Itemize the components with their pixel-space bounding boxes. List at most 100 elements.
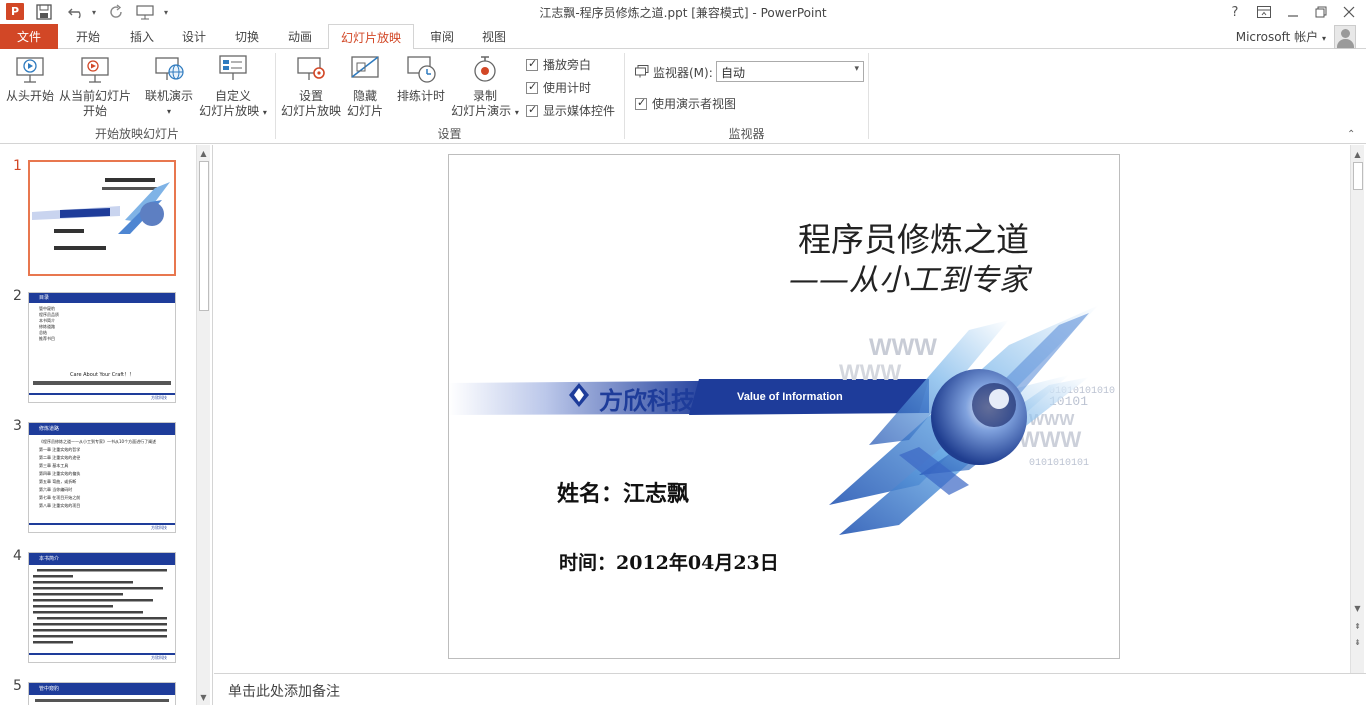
record-slideshow-button[interactable]: 录制 幻灯片演示 ▾ <box>448 53 522 120</box>
tab-design[interactable]: 设计 <box>168 24 220 49</box>
slide-subtitle[interactable]: ——从小工到专家 <box>749 255 1029 299</box>
slide-3-bullets: 《程序员修炼之道——从小工到专家》一书从10个方面进行了阐述 第一章 注重实效的… <box>29 435 175 515</box>
checkbox-checked-icon <box>635 96 647 110</box>
present-online-button[interactable]: 联机演示 ▾ <box>140 53 198 119</box>
scrollbar-thumb[interactable] <box>1353 162 1363 190</box>
slide-number: 5 <box>13 678 22 694</box>
previous-slide-icon[interactable]: ⇞ <box>1351 619 1364 633</box>
slide-3-title: 修炼道路 <box>29 423 175 435</box>
slide-number: 2 <box>13 288 22 304</box>
bullet: 第一章 注重实效的哲学 <box>39 447 81 452</box>
close-icon[interactable] <box>1336 2 1362 22</box>
monitor-icon <box>635 64 649 81</box>
avatar[interactable] <box>1334 25 1356 49</box>
use-timings-label: 使用计时 <box>543 81 592 95</box>
rehearse-timings-icon <box>405 53 437 85</box>
custom-slideshow-label-2-text: 幻灯片放映 <box>199 104 260 118</box>
hide-slide-icon <box>349 53 381 85</box>
slide-2-company: 方欣科技 <box>29 393 175 402</box>
account-menu[interactable]: Microsoft 帐户 ▾ <box>1236 28 1326 45</box>
scroll-down-icon[interactable]: ▼ <box>197 690 210 704</box>
tab-file[interactable]: 文件 <box>0 24 58 49</box>
slide-thumbnail-5[interactable]: 管中窥豹 <box>28 682 176 705</box>
monitor-label: 监视器(M): <box>635 64 713 81</box>
collapse-ribbon-icon[interactable]: ⌃ <box>1347 129 1355 140</box>
custom-slideshow-button[interactable]: 自定义 幻灯片放映 ▾ <box>196 53 270 120</box>
tab-slideshow[interactable]: 幻灯片放映 <box>328 24 414 50</box>
slide-number: 4 <box>13 548 22 564</box>
bullet: 《程序员修炼之道——从小工到专家》一书从10个方面进行了阐述 <box>39 439 157 444</box>
from-current-button[interactable]: 从当前幻灯片 开始 <box>56 53 134 119</box>
presenter-view-checkbox[interactable]: 使用演示者视图 <box>635 95 736 112</box>
slide-thumbnail-3[interactable]: 修炼道路 《程序员修炼之道——从小工到专家》一书从10个方面进行了阐述 第一章 … <box>28 422 176 533</box>
bullet: 第七章 在项目开始之前 <box>39 495 81 500</box>
slide-number: 1 <box>13 158 22 174</box>
time-line[interactable]: 时间：2012年04月23日 <box>559 548 779 575</box>
record-slideshow-label-2-text: 幻灯片演示 <box>451 104 512 118</box>
slideshow-play-icon <box>14 53 46 85</box>
minimize-icon[interactable] <box>1280 2 1306 22</box>
show-media-controls-checkbox[interactable]: 显示媒体控件 <box>526 102 615 119</box>
group-label-setup: 设置 <box>437 127 462 141</box>
present-online-label: 联机演示 <box>144 89 193 103</box>
slide-5-title: 管中窥豹 <box>29 683 175 695</box>
slide-thumbnail-1[interactable] <box>28 160 176 276</box>
svg-text:0101010101: 0101010101 <box>1029 458 1089 469</box>
from-beginning-button[interactable]: 从头开始 <box>4 53 56 104</box>
hide-slide-button[interactable]: 隐藏 幻灯片 <box>342 53 388 119</box>
use-timings-checkbox[interactable]: 使用计时 <box>526 79 591 96</box>
monitor-select-value: 自动 <box>721 66 746 80</box>
scroll-down-icon[interactable]: ▼ <box>1351 601 1364 615</box>
scroll-up-icon[interactable]: ▲ <box>197 146 210 160</box>
group-label-monitor: 监视器 <box>728 127 765 141</box>
play-narrations-checkbox[interactable]: 播放旁白 <box>526 56 591 73</box>
slide-thumbnail-pane: 1 2 目录 管中窥豹 程序员品质 本书简介 修炼道路 总结 推荐书目 Care… <box>0 145 213 705</box>
tab-animations[interactable]: 动画 <box>274 24 326 49</box>
svg-text:WWW: WWW <box>1019 427 1082 452</box>
tab-insert[interactable]: 插入 <box>116 24 168 49</box>
svg-text:WWW: WWW <box>839 360 902 385</box>
restore-icon[interactable] <box>1308 2 1334 22</box>
account-label: Microsoft 帐户 <box>1235 30 1319 44</box>
monitor-label-text: 监视器(M): <box>653 66 713 80</box>
slideshow-current-icon <box>79 53 111 85</box>
chevron-down-icon: ▾ <box>854 64 859 74</box>
record-slideshow-label-2: 幻灯片演示 ▾ <box>448 104 522 120</box>
setup-slideshow-label-2: 幻灯片放映 <box>280 104 341 118</box>
group-label-start: 开始放映幻灯片 <box>94 127 179 141</box>
current-slide[interactable]: WWW WWW 01010101010 10101 WWW WWW 010101… <box>448 154 1120 659</box>
tab-home[interactable]: 开始 <box>62 24 114 49</box>
bullet: 推荐书目 <box>39 336 55 341</box>
tab-review[interactable]: 审阅 <box>416 24 468 49</box>
chevron-down-icon: ▾ <box>1321 34 1326 43</box>
thumbnail-scrollbar[interactable]: ▲ ▼ <box>196 145 210 705</box>
from-beginning-label: 从头开始 <box>5 89 54 103</box>
from-current-label-2: 开始 <box>82 104 107 118</box>
next-slide-icon[interactable]: ⇟ <box>1351 635 1364 649</box>
ribbon-display-options-icon[interactable] <box>1251 2 1277 22</box>
tab-view[interactable]: 视图 <box>468 24 520 49</box>
slide-2-bullets: 管中窥豹 程序员品质 本书简介 修炼道路 总结 推荐书目 <box>29 303 175 342</box>
slide-thumbnail-2[interactable]: 目录 管中窥豹 程序员品质 本书简介 修炼道路 总结 推荐书目 Care Abo… <box>28 292 176 403</box>
from-current-label-1: 从当前幻灯片 <box>58 89 131 103</box>
svg-text:WWW: WWW <box>869 334 937 361</box>
slide-4-company: 方欣科技 <box>29 653 175 662</box>
notes-pane[interactable]: 单击此处添加备注 <box>214 673 1366 705</box>
help-button[interactable]: ? <box>1222 2 1248 22</box>
ribbon: 从头开始 从当前幻灯片 开始 联机演示 ▾ 自定义 幻灯片放映 ▾ 开始放映幻灯… <box>0 49 1366 144</box>
record-slideshow-label-1: 录制 <box>472 89 497 103</box>
setup-slideshow-button[interactable]: 设置 幻灯片放映 <box>280 53 342 119</box>
scroll-up-icon[interactable]: ▲ <box>1351 147 1364 161</box>
bullet: 第六章 当你编码时 <box>39 487 73 492</box>
scrollbar-thumb[interactable] <box>199 161 209 311</box>
chevron-down-icon: ▾ <box>166 107 171 116</box>
checkbox-checked-icon <box>526 103 538 117</box>
monitor-select[interactable]: 自动 ▾ <box>716 61 864 82</box>
tab-transitions[interactable]: 切换 <box>221 24 273 49</box>
rehearse-timings-button[interactable]: 排练计时 <box>393 53 449 104</box>
slide-title[interactable]: 程序员修炼之道 <box>789 213 1029 261</box>
name-line[interactable]: 姓名：江志飘 <box>557 476 689 508</box>
slide-3-company: 方欣科技 <box>29 523 175 532</box>
slide-thumbnail-4[interactable]: 本书简介 方欣科技 <box>28 552 176 663</box>
slide-scrollbar[interactable]: ▲ ▼ ⇞ ⇟ <box>1350 145 1364 673</box>
